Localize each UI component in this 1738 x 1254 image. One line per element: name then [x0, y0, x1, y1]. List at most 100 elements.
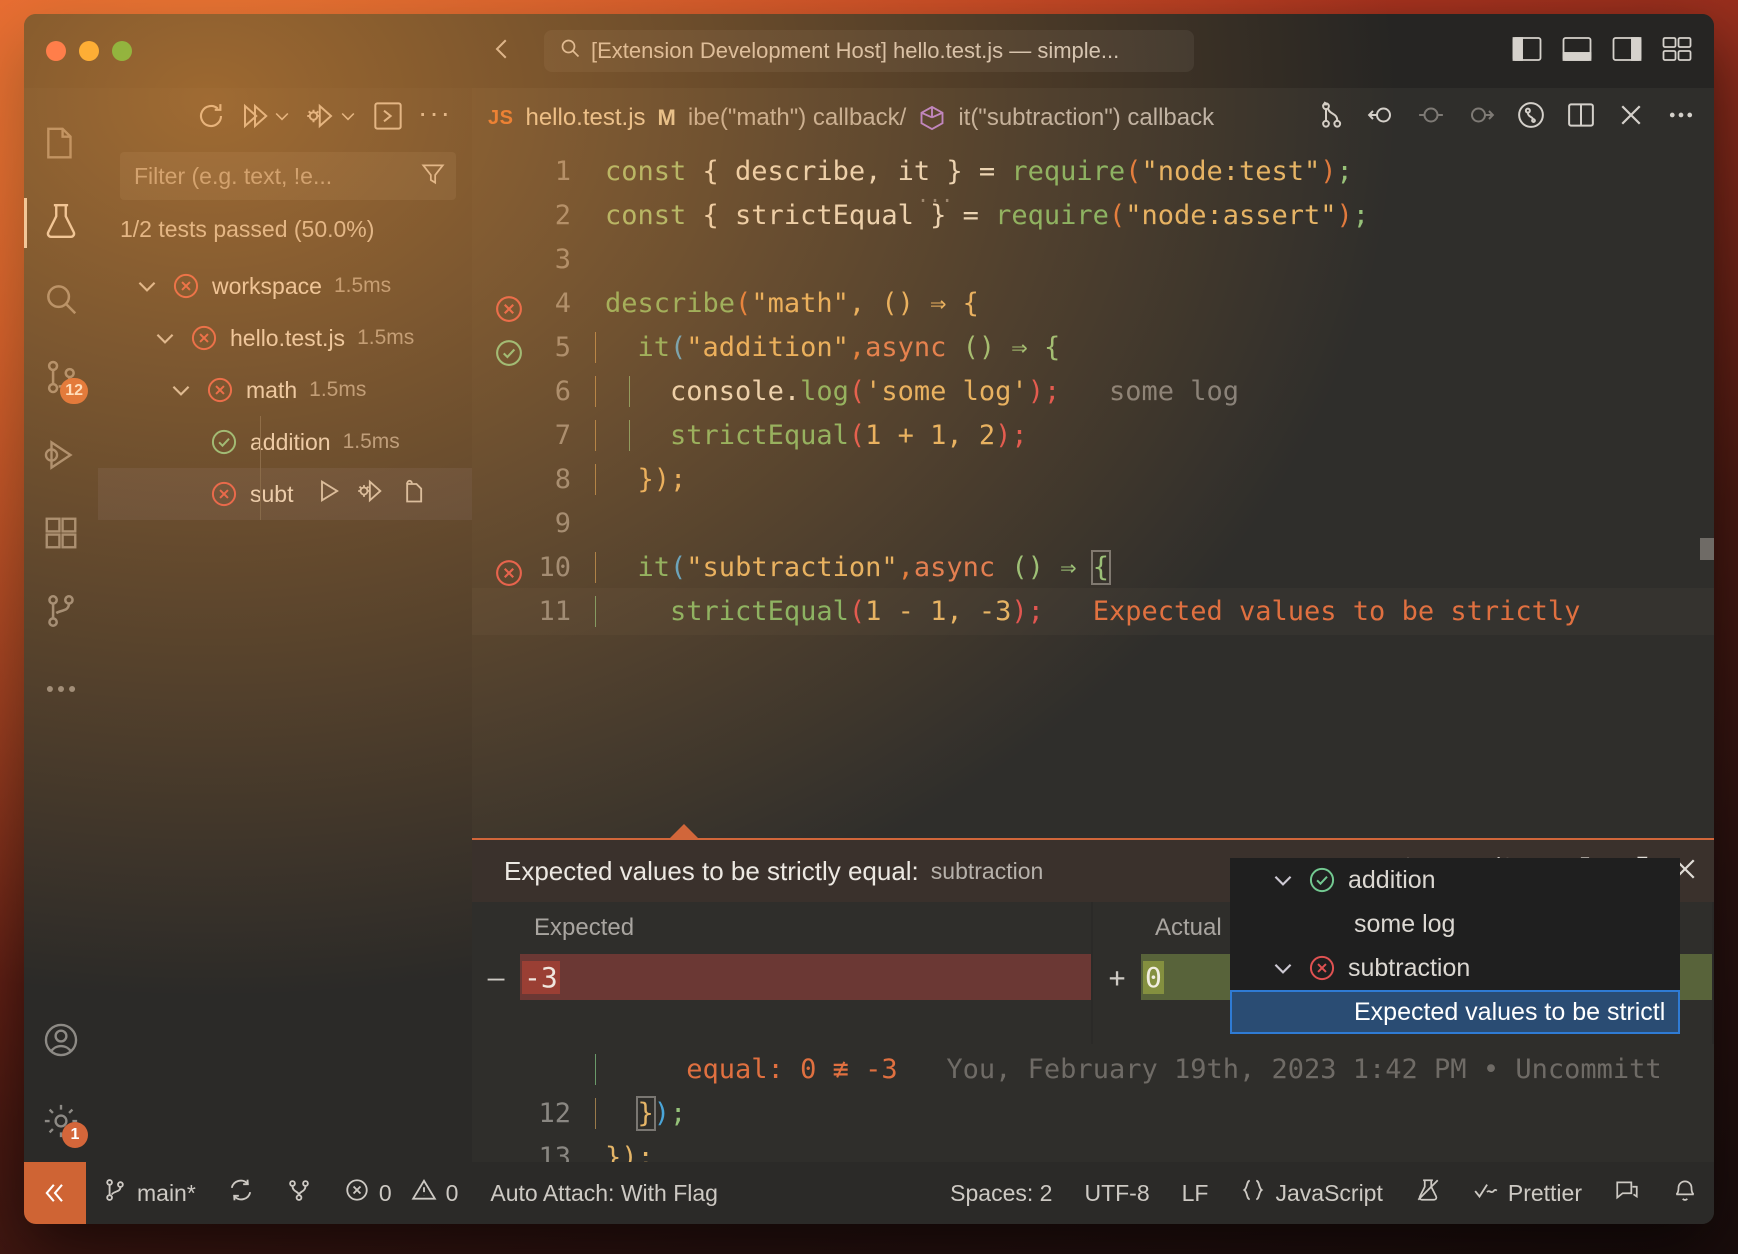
toggle-panel-icon[interactable]: [1562, 36, 1592, 67]
results-row-some-log[interactable]: some log: [1230, 902, 1680, 946]
chevron-down-icon[interactable]: [134, 273, 160, 299]
previous-change-icon[interactable]: [1416, 100, 1446, 137]
status-problems[interactable]: 0 0: [328, 1162, 475, 1224]
status-branch[interactable]: main*: [86, 1162, 212, 1224]
editor-scrollbar-thumb[interactable]: [1700, 538, 1714, 560]
run-test-icon[interactable]: [315, 477, 343, 511]
test-coverage-icon[interactable]: [1316, 100, 1346, 137]
results-row-failure-message[interactable]: Expected values to be strictl: [1230, 990, 1680, 1034]
next-change-icon[interactable]: [1466, 100, 1496, 137]
language-name: JavaScript: [1275, 1179, 1383, 1206]
status-branch-compare[interactable]: [270, 1162, 328, 1224]
token-console: console.: [670, 376, 801, 407]
breadcrumb-symbol-1[interactable]: ibe("math") callback/: [688, 104, 906, 132]
sidebar-item-accounts[interactable]: [24, 1006, 98, 1084]
code-line-6: 6 console.log('some log'); some log: [472, 368, 1714, 415]
sidebar-item-manage[interactable]: 1: [24, 1084, 98, 1162]
sidebar-item-search[interactable]: [24, 262, 98, 340]
breadcrumb-symbol-2[interactable]: it("subtraction") callback: [958, 104, 1214, 132]
test-row-actions[interactable]: [315, 477, 427, 511]
token-bracket-match: }: [635, 1096, 656, 1131]
run-all-icon: [240, 101, 270, 136]
status-feedback[interactable]: [1598, 1162, 1656, 1224]
results-row-addition[interactable]: addition: [1230, 858, 1680, 902]
sidebar-item-run-and-debug[interactable]: [24, 418, 98, 496]
filter-icon[interactable]: [420, 161, 446, 192]
sidebar-item-more[interactable]: [24, 652, 98, 730]
code-content: console.log('some log'); some log: [587, 376, 1714, 407]
test-tree-row-math[interactable]: math 1.5ms: [98, 364, 472, 416]
gutter-status-failed-icon[interactable]: [494, 294, 524, 324]
chevron-down-icon[interactable]: [152, 325, 178, 351]
status-auto-attach[interactable]: Auto Attach: With Flag: [474, 1162, 734, 1224]
chevron-down-icon[interactable]: [1270, 955, 1296, 981]
token-log: log: [800, 376, 849, 407]
status-sync[interactable]: [212, 1162, 270, 1224]
toggle-primary-sidebar-icon[interactable]: [1512, 36, 1542, 67]
maximize-window-button[interactable]: [112, 41, 132, 61]
chevron-down-icon[interactable]: [168, 377, 194, 403]
test-tree-row-workspace[interactable]: workspace 1.5ms: [98, 260, 472, 312]
debug-run-icon[interactable]: [1516, 100, 1546, 137]
feedback-icon: [1614, 1177, 1640, 1209]
actual-value: 0: [1143, 960, 1164, 994]
breadcrumb-filename[interactable]: hello.test.js: [525, 104, 645, 132]
status-encoding[interactable]: UTF-8: [1068, 1162, 1165, 1224]
terminal-icon: [372, 100, 404, 137]
sidebar-item-remote[interactable]: [24, 574, 98, 652]
debug-test-icon[interactable]: [357, 477, 385, 511]
window-controls[interactable]: [46, 41, 132, 61]
more-actions-icon[interactable]: [1666, 100, 1696, 137]
show-output-button[interactable]: [368, 96, 408, 141]
test-filter-box[interactable]: Filter (e.g. text, !e...: [120, 152, 456, 200]
test-explorer-toolbar: ···: [98, 88, 472, 148]
more-actions-button[interactable]: ···: [414, 97, 456, 139]
status-prettier[interactable]: Prettier: [1457, 1162, 1598, 1224]
chevron-down-icon[interactable]: [338, 106, 358, 131]
go-back-icon[interactable]: [487, 34, 517, 69]
close-window-button[interactable]: [46, 41, 66, 61]
gutter-status-passed-icon[interactable]: [494, 338, 524, 368]
sidebar-item-explorer[interactable]: [24, 106, 98, 184]
gutter-status-failed-icon[interactable]: [494, 558, 524, 588]
test-tree-row-hello-test-js[interactable]: hello.test.js 1.5ms: [98, 312, 472, 364]
chevron-down-icon[interactable]: [272, 106, 292, 131]
status-eol[interactable]: LF: [1166, 1162, 1225, 1224]
filter-input[interactable]: Filter (e.g. text, !e...: [134, 163, 412, 190]
line-number: 6: [554, 376, 571, 407]
layout-controls[interactable]: [1512, 36, 1692, 67]
toggle-secondary-sidebar-icon[interactable]: [1612, 36, 1642, 67]
status-notifications[interactable]: [1656, 1162, 1714, 1224]
refresh-tests-button[interactable]: [192, 97, 230, 140]
chevron-down-icon[interactable]: [1270, 867, 1296, 893]
remote-indicator-icon[interactable]: [24, 1162, 86, 1224]
close-editor-icon[interactable]: [1616, 100, 1646, 137]
code-editor[interactable]: 1 const { describe, it } = require("node…: [472, 148, 1714, 1162]
sidebar-item-extensions[interactable]: [24, 496, 98, 574]
open-file-icon[interactable]: [399, 477, 427, 511]
warning-count: 0: [445, 1179, 459, 1206]
debug-all-tests-button[interactable]: [302, 97, 362, 140]
beaker-slash-icon: [1415, 1177, 1441, 1209]
test-name: hello.test.js: [230, 324, 346, 351]
customize-layout-icon[interactable]: [1662, 36, 1692, 67]
status-indentation[interactable]: Spaces: 2: [934, 1162, 1068, 1224]
cube-icon: [918, 104, 946, 133]
status-language-mode[interactable]: JavaScript: [1224, 1162, 1398, 1224]
test-tree-row-subtraction[interactable]: subt: [98, 468, 472, 521]
split-editor-icon[interactable]: [1566, 100, 1596, 137]
status-tests[interactable]: [1399, 1162, 1457, 1224]
test-tree-row-addition[interactable]: addition 1.5ms: [98, 416, 472, 469]
token-log-arg: 'some log': [865, 376, 1028, 407]
code-content: });: [587, 1096, 1714, 1131]
sidebar-item-source-control[interactable]: 12: [24, 340, 98, 418]
sidebar-item-testing[interactable]: [24, 184, 98, 262]
line-number: 13: [538, 1142, 571, 1162]
editor-actions[interactable]: [1316, 100, 1696, 137]
go-back-icon[interactable]: [1366, 100, 1396, 137]
warning-icon: [411, 1177, 437, 1209]
command-center-search[interactable]: [Extension Development Host] hello.test.…: [544, 30, 1194, 72]
results-row-subtraction[interactable]: subtraction: [1230, 946, 1680, 990]
minimize-window-button[interactable]: [79, 41, 99, 61]
run-all-tests-button[interactable]: [236, 97, 296, 140]
